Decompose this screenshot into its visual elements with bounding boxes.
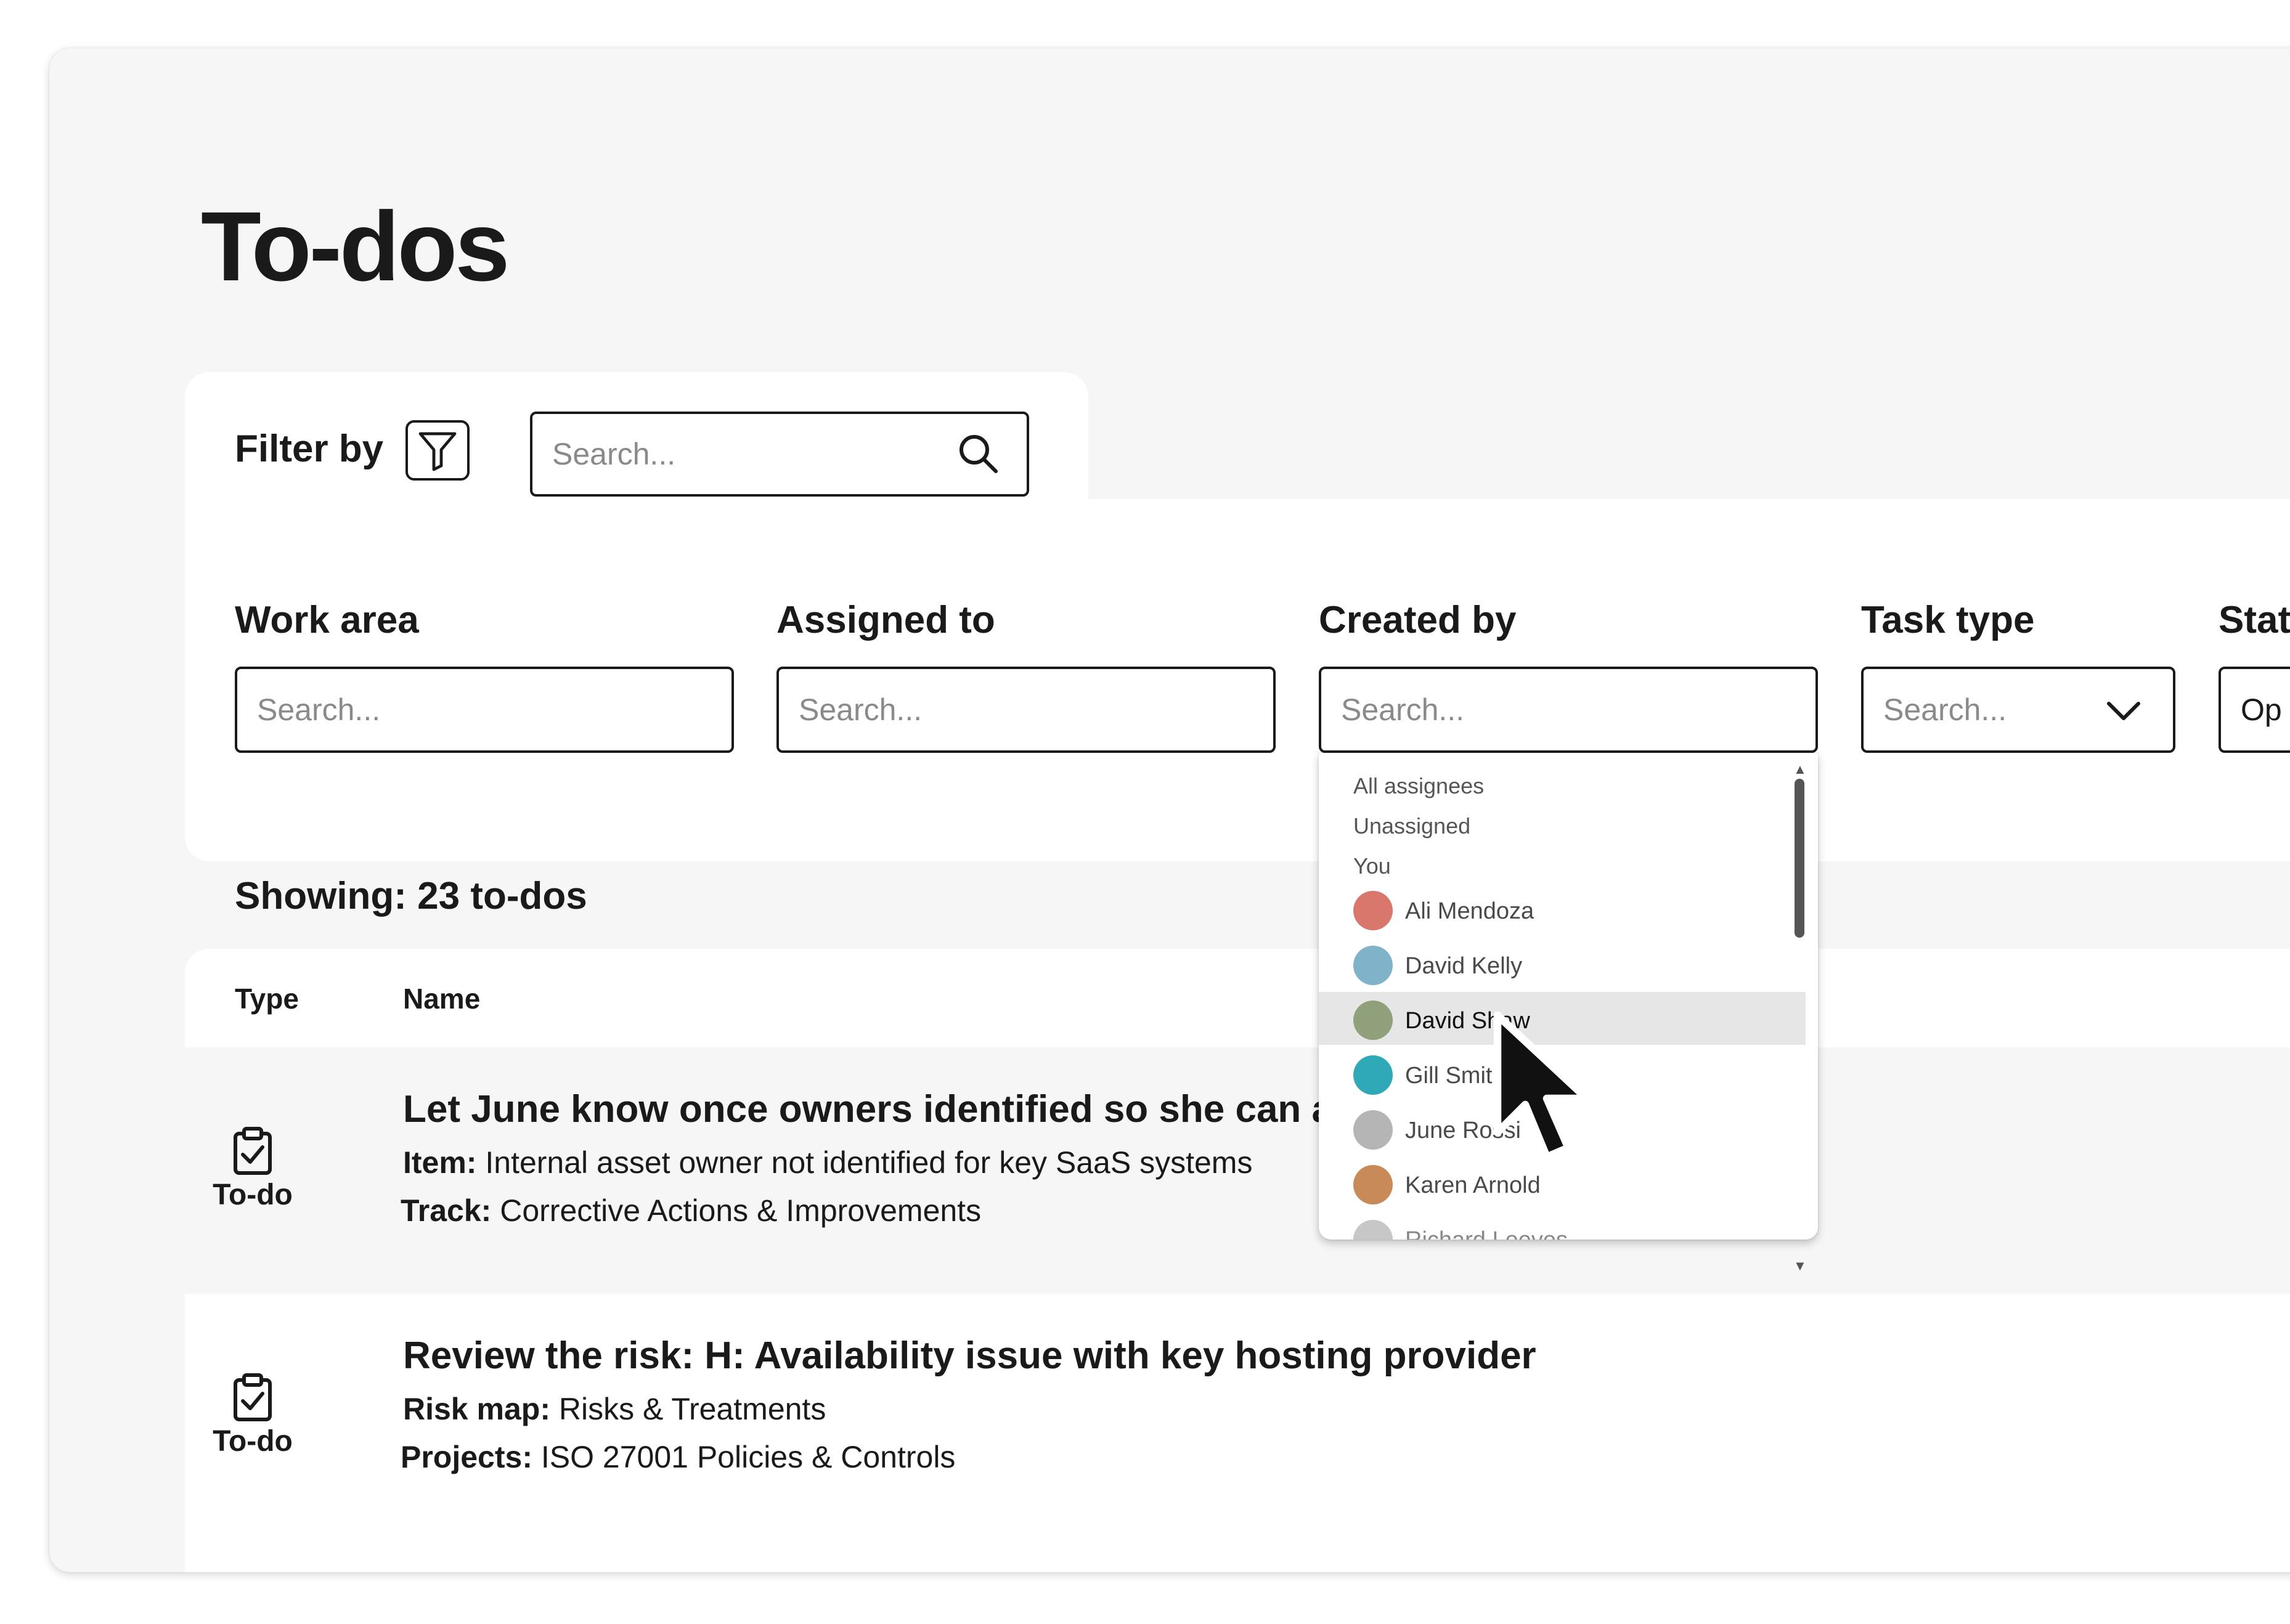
global-search-input[interactable]: [530, 412, 1029, 497]
status-value: Op: [2241, 692, 2282, 727]
chevron-down-icon[interactable]: [2104, 695, 2143, 726]
created-by-label: Created by: [1319, 599, 1517, 641]
avatar: [1353, 1055, 1393, 1095]
todo-meta-track: Track: Corrective Actions & Improvements: [401, 1195, 981, 1226]
todo-meta-item: Item: Internal asset owner not identifie…: [403, 1147, 1252, 1178]
meta-value: Risks & Treatments: [558, 1392, 826, 1426]
table-row[interactable]: To-do Let June know once owners identifi…: [185, 1047, 2290, 1294]
avatar: [1353, 1165, 1393, 1204]
assigned-to-label: Assigned to: [776, 599, 995, 641]
status-label: Stat: [2219, 599, 2290, 641]
avatar: [1353, 946, 1393, 985]
person-name: Richard Leeves: [1405, 1228, 1568, 1240]
search-icon[interactable]: [955, 431, 1001, 476]
todo-title[interactable]: Let June know once owners identified so …: [403, 1090, 1348, 1129]
todo-title[interactable]: Review the risk: H: Availability issue w…: [403, 1337, 1536, 1375]
filter-by-label: Filter by: [235, 428, 384, 470]
work-area-label: Work area: [235, 599, 419, 641]
meta-label: Projects:: [401, 1440, 532, 1474]
todo-meta-risk-map: Risk map: Risks & Treatments: [403, 1394, 826, 1424]
meta-label: Track:: [401, 1193, 492, 1228]
page-title: To-dos: [201, 191, 510, 301]
person-name: Karen Arnold: [1405, 1172, 1541, 1198]
avatar: [1353, 891, 1393, 930]
meta-value: ISO 27001 Policies & Controls: [540, 1440, 956, 1474]
person-name: David Kelly: [1405, 953, 1523, 979]
type-cell: To-do: [185, 1373, 320, 1456]
created-by-input[interactable]: [1319, 667, 1818, 753]
dropdown-person-david-kelly[interactable]: David Kelly: [1319, 937, 1806, 990]
dropdown-scrollbar-thumb[interactable]: [1795, 779, 1804, 938]
meta-value: Internal asset owner not identified for …: [485, 1145, 1253, 1180]
meta-label: Item:: [403, 1145, 477, 1180]
column-header-name: Name: [403, 983, 481, 1015]
meta-label: Risk map:: [403, 1392, 550, 1426]
type-label: To-do: [213, 1425, 293, 1458]
filter-button[interactable]: [405, 420, 470, 481]
mouse-cursor-icon: [1493, 1011, 1591, 1161]
person-name: Ali Mendoza: [1405, 898, 1534, 924]
scroll-up-arrow-icon[interactable]: ▲: [1793, 763, 1807, 776]
todo-meta-projects: Projects: ISO 27001 Policies & Controls: [401, 1442, 955, 1472]
type-label: To-do: [213, 1179, 293, 1211]
clipboard-check-icon: [234, 1127, 272, 1175]
assigned-to-input[interactable]: [776, 667, 1276, 753]
work-area-input[interactable]: [235, 667, 734, 753]
dropdown-option[interactable]: All assignees: [1353, 775, 1484, 797]
table-row[interactable]: To-do Review the risk: H: Availability i…: [185, 1294, 2290, 1572]
avatar: [1353, 1110, 1393, 1150]
avatar: [1353, 1220, 1393, 1240]
clipboard-check-icon: [234, 1373, 272, 1421]
scroll-down-arrow-icon[interactable]: ▼: [1793, 1259, 1807, 1273]
avatar: [1353, 1001, 1393, 1040]
dropdown-option[interactable]: Unassigned: [1353, 815, 1470, 837]
column-header-type: Type: [235, 983, 299, 1015]
page-container: To-dos Filter by Work area Assigned to C…: [49, 48, 2290, 1572]
task-type-label: Task type: [1861, 599, 2035, 641]
person-name: Gill Smith: [1405, 1063, 1506, 1089]
results-count: Showing: 23 to-dos: [235, 875, 587, 917]
dropdown-option[interactable]: You: [1353, 855, 1391, 877]
status-select[interactable]: Op: [2219, 667, 2290, 753]
dropdown-person-richard-leeves[interactable]: Richard Leeves: [1319, 1211, 1806, 1240]
meta-value: Corrective Actions & Improvements: [500, 1193, 982, 1228]
funnel-icon: [418, 432, 457, 471]
dropdown-person-ali-mendoza[interactable]: Ali Mendoza: [1319, 882, 1806, 935]
type-cell: To-do: [185, 1126, 320, 1210]
